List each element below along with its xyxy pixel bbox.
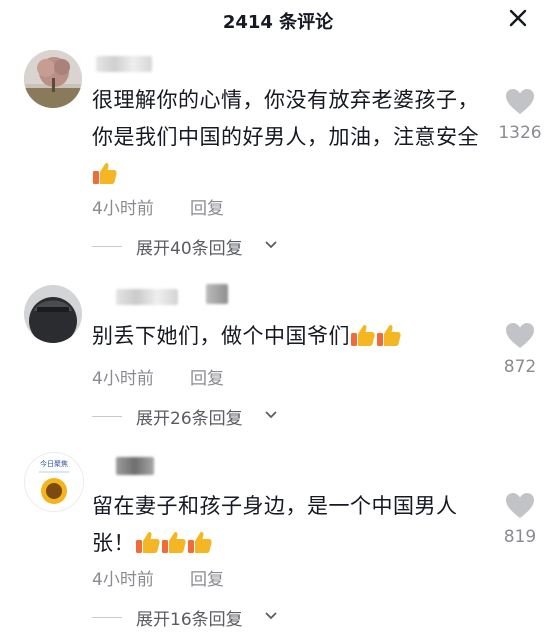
like-count: 872 xyxy=(503,357,537,377)
expand-replies-label: 展开16条回复 xyxy=(136,610,243,630)
comment-time: 4小时前 xyxy=(92,369,154,389)
chevron-down-icon xyxy=(265,241,277,249)
like-button[interactable]: 872 xyxy=(490,322,550,377)
reply-button[interactable]: 回复 xyxy=(190,565,224,590)
comments-header: 2414 条评论 xyxy=(0,0,556,40)
comment-text: 留在妻子和孩子身边，是一个中国男人张！ xyxy=(92,488,484,566)
thumbs-up-icon xyxy=(135,529,161,566)
comment-count-title: 2414 条评论 xyxy=(222,12,334,33)
sunflower-icon xyxy=(39,471,69,504)
expand-divider xyxy=(92,416,122,417)
heart-icon xyxy=(506,323,534,348)
comment-text: 很理解你的心情，你没有放弃老婆孩子，你是我们中国的好男人，加油，注意安全 xyxy=(92,82,484,197)
helmet-avatar-icon xyxy=(24,285,82,343)
comment-body: 别丢下她们，做个中国爷们 xyxy=(92,324,350,348)
thumbs-up-icon xyxy=(161,529,187,566)
expand-divider xyxy=(92,617,122,618)
tree-avatar-icon xyxy=(24,50,82,108)
heart-icon xyxy=(506,89,534,114)
avatar[interactable]: 今日聚焦 xyxy=(24,452,84,512)
comment-time: 4小时前 xyxy=(92,199,154,219)
username-blurred[interactable] xyxy=(116,289,178,305)
expand-replies-label: 展开40条回复 xyxy=(136,239,243,259)
comment-body: 很理解你的心情，你没有放弃老婆孩子，你是我们中国的好男人，加油，注意安全 xyxy=(92,88,479,149)
username-blurred xyxy=(206,284,228,304)
reply-button[interactable]: 回复 xyxy=(190,364,224,389)
avatar[interactable] xyxy=(24,50,82,108)
username-blurred[interactable] xyxy=(96,56,152,72)
comment-text: 别丢下她们，做个中国爷们 xyxy=(92,318,484,359)
expand-divider xyxy=(92,246,122,247)
close-icon[interactable] xyxy=(506,6,530,30)
chevron-down-icon xyxy=(265,612,277,620)
like-count: 819 xyxy=(503,527,537,547)
comment-time: 4小时前 xyxy=(92,570,154,590)
reply-button[interactable]: 回复 xyxy=(190,194,224,219)
chevron-down-icon xyxy=(265,411,277,419)
username-blurred[interactable] xyxy=(116,457,154,475)
like-button[interactable]: 1326 xyxy=(490,88,550,143)
thumbs-up-icon xyxy=(350,322,376,359)
heart-icon xyxy=(506,493,534,518)
expand-replies-label: 展开26条回复 xyxy=(136,409,243,429)
like-button[interactable]: 819 xyxy=(490,492,550,547)
thumbs-up-icon xyxy=(187,529,213,566)
like-count: 1326 xyxy=(498,123,542,143)
thumbs-up-icon xyxy=(376,322,402,359)
thumbs-up-icon xyxy=(92,160,118,197)
avatar[interactable] xyxy=(24,285,82,343)
